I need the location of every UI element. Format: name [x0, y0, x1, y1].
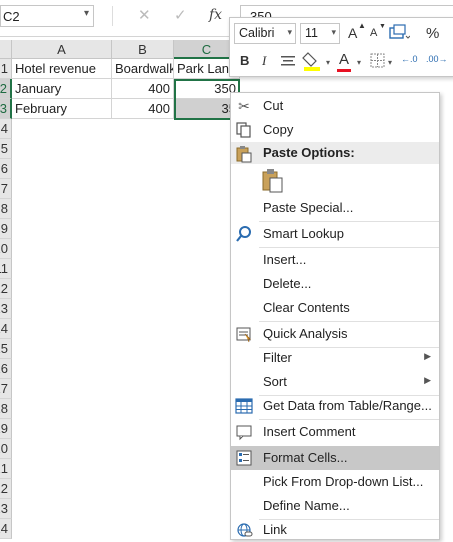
- menu-header-paste-options: Paste Options:: [231, 142, 439, 164]
- scissors-icon: ✂: [238, 98, 250, 114]
- font-color-icon[interactable]: A: [339, 51, 349, 68]
- row-header-24[interactable]: 24: [0, 519, 12, 539]
- menu-item-insert[interactable]: Insert...: [231, 248, 439, 272]
- menu-item-filter[interactable]: Filter ▶: [231, 346, 439, 370]
- row-header-4[interactable]: 4: [0, 119, 12, 139]
- cell-b3[interactable]: 400: [112, 99, 174, 119]
- cancel-icon[interactable]: ✕: [138, 6, 151, 24]
- quick-analysis-icon: [236, 327, 251, 343]
- chevron-down-icon[interactable]: ▾: [388, 58, 392, 67]
- row-header-20[interactable]: 20: [0, 439, 12, 459]
- menu-item-paste-special[interactable]: Paste Special...: [231, 196, 439, 220]
- insert-function-icon[interactable]: fx: [209, 7, 222, 23]
- chevron-down-icon[interactable]: ▾: [84, 8, 89, 19]
- row-header-13[interactable]: 13: [0, 299, 12, 319]
- enter-icon[interactable]: ✓: [174, 6, 187, 24]
- increase-decimal-icon[interactable]: ←.0: [401, 54, 418, 64]
- font-name-dropdown[interactable]: Calibri ▾: [234, 23, 296, 44]
- fill-color-icon[interactable]: [302, 50, 324, 72]
- context-menu: ✂ Cut Copy Paste Options: Paste Special.…: [230, 92, 440, 540]
- column-header-a[interactable]: A: [12, 40, 112, 59]
- chevron-down-icon: ▾: [287, 27, 292, 37]
- divider: [112, 6, 113, 26]
- cell-b2[interactable]: 400: [112, 79, 174, 99]
- name-box-value[interactable]: C2: [3, 9, 20, 24]
- align-center-icon[interactable]: [280, 54, 296, 68]
- menu-item-clear-contents[interactable]: Clear Contents: [231, 296, 439, 320]
- row-header-22[interactable]: 22: [0, 479, 12, 499]
- row-header-11[interactable]: 11: [0, 259, 12, 279]
- row-header-12[interactable]: 12: [0, 279, 12, 299]
- menu-item-get-data[interactable]: Get Data from Table/Range...: [231, 394, 439, 418]
- row-header-3[interactable]: 3: [0, 99, 12, 119]
- row-header-7[interactable]: 7: [0, 179, 12, 199]
- borders-icon[interactable]: [370, 53, 386, 69]
- menu-item-define-name[interactable]: Define Name...: [231, 494, 439, 518]
- chevron-down-icon[interactable]: ▾: [357, 58, 361, 67]
- row-header-15[interactable]: 15: [0, 339, 12, 359]
- shrink-arrow-icon: ▼: [379, 23, 386, 30]
- chevron-down-icon[interactable]: ▾: [326, 58, 330, 67]
- menu-item-link[interactable]: Link: [231, 518, 439, 542]
- row-header-1[interactable]: 1: [0, 59, 12, 79]
- menu-item-cut[interactable]: ✂ Cut: [231, 94, 439, 118]
- menu-item-delete[interactable]: Delete...: [231, 272, 439, 296]
- name-box[interactable]: C2 ▾: [0, 5, 94, 27]
- percent-style-icon[interactable]: %: [426, 25, 439, 42]
- chevron-right-icon: ▶: [424, 375, 431, 385]
- menu-item-quick-analysis[interactable]: Quick Analysis: [231, 322, 439, 346]
- cell-a3[interactable]: February: [12, 99, 112, 119]
- row-header-5[interactable]: 5: [0, 139, 12, 159]
- row-header-9[interactable]: 9: [0, 219, 12, 239]
- paste-clipboard-icon[interactable]: [261, 168, 285, 194]
- row-header-21[interactable]: 21: [0, 459, 12, 479]
- comment-icon: [236, 425, 252, 441]
- row-header-18[interactable]: 18: [0, 399, 12, 419]
- search-icon: [236, 226, 251, 242]
- font-size-value: 11: [305, 26, 318, 40]
- shrink-font-icon[interactable]: A: [370, 27, 377, 39]
- link-icon: [237, 523, 253, 537]
- chevron-down-icon: ▾: [331, 27, 336, 37]
- menu-item-copy[interactable]: Copy: [231, 118, 439, 142]
- bold-icon[interactable]: B: [240, 53, 249, 68]
- row-header-23[interactable]: 23: [0, 499, 12, 519]
- copy-icon: [236, 122, 251, 138]
- menu-item-smart-lookup[interactable]: Smart Lookup: [231, 222, 439, 246]
- row-header-2[interactable]: 2: [0, 79, 12, 99]
- row-header-8[interactable]: 8: [0, 199, 12, 219]
- paste-option-buttons: [231, 164, 439, 196]
- cell-a1[interactable]: Hotel revenue: [12, 59, 112, 79]
- font-color-swatch: [337, 69, 351, 72]
- row-header-16[interactable]: 16: [0, 359, 12, 379]
- table-icon: [235, 398, 253, 414]
- grow-arrow-icon: ▲: [358, 21, 366, 30]
- font-size-dropdown[interactable]: 11 ▾: [300, 23, 340, 44]
- select-all-corner[interactable]: [0, 40, 12, 59]
- row-header-10[interactable]: 10: [0, 239, 12, 259]
- format-cells-icon: [236, 450, 252, 466]
- font-name-value: Calibri: [239, 26, 275, 40]
- cell-a2[interactable]: January: [12, 79, 112, 99]
- italic-icon[interactable]: I: [262, 53, 266, 69]
- row-header-17[interactable]: 17: [0, 379, 12, 399]
- paste-icon: [236, 146, 252, 163]
- menu-item-pick-from-list[interactable]: Pick From Drop-down List...: [231, 470, 439, 494]
- chevron-right-icon: ▶: [424, 351, 431, 361]
- row-header-19[interactable]: 19: [0, 419, 12, 439]
- mini-toolbar: Calibri ▾ 11 ▾ A ▲ A ▼ % B I ▾ A ▾ ▾ ←.0…: [229, 17, 453, 77]
- menu-item-format-cells[interactable]: Format Cells...: [231, 446, 439, 470]
- decrease-decimal-icon[interactable]: .00→: [426, 54, 448, 64]
- grow-font-icon[interactable]: A: [348, 25, 357, 41]
- row-header-14[interactable]: 14: [0, 319, 12, 339]
- row-header-6[interactable]: 6: [0, 159, 12, 179]
- menu-item-sort[interactable]: Sort ▶: [231, 370, 439, 394]
- accounting-format-icon[interactable]: [388, 24, 410, 42]
- cell-b1[interactable]: Boardwalk: [112, 59, 174, 79]
- menu-item-insert-comment[interactable]: Insert Comment: [231, 420, 439, 444]
- column-header-b[interactable]: B: [112, 40, 174, 59]
